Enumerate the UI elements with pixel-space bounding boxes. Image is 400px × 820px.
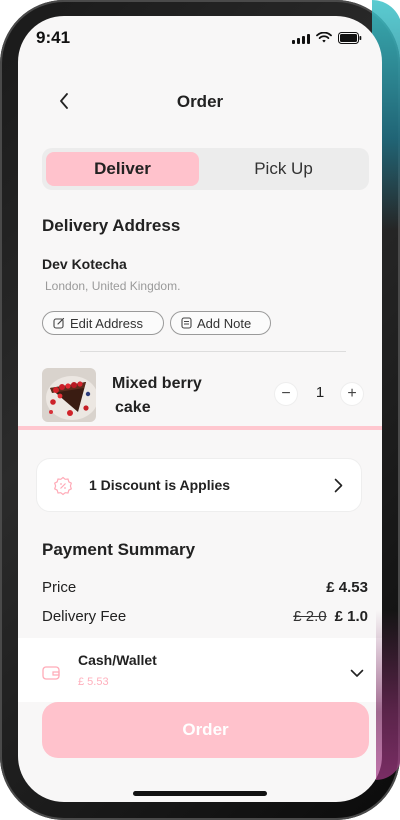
payment-method-label: Cash/Wallet [78, 652, 157, 668]
decrease-quantity-button[interactable]: − [275, 383, 297, 405]
delivery-fee-values: £ 2.0 £ 1.0 [293, 608, 368, 625]
increase-quantity-button[interactable]: + [341, 383, 363, 405]
wallet-balance: £ 5.53 [78, 676, 109, 688]
status-bar: 9:41 [18, 16, 382, 60]
delivery-fee-original: £ 2.0 [293, 608, 327, 625]
discount-label: 1 Discount is Applies [89, 477, 231, 493]
item-name-line2: cake [115, 399, 151, 416]
payment-summary-heading: Payment Summary [42, 540, 196, 559]
home-indicator [133, 791, 267, 796]
item-name-line1: Mixed berry [112, 375, 202, 392]
cake-image [42, 368, 96, 422]
status-time: 9:41 [36, 28, 71, 47]
discount-icon [53, 476, 73, 496]
order-button[interactable]: Order [42, 702, 369, 758]
delivery-fee-label: Delivery Fee [42, 608, 127, 625]
recipient-address: London, United Kingdom. [45, 279, 181, 293]
price-label: Price [42, 579, 77, 596]
page-title: Order [176, 92, 224, 111]
payment-method-selector[interactable]: Cash/Wallet £ 5.53 [18, 638, 382, 702]
delivery-fee-value: £ 1.0 [334, 608, 368, 625]
delivery-address-heading: Delivery Address [42, 216, 181, 235]
edit-address-label: Edit Address [70, 315, 143, 331]
edit-address-button[interactable]: Edit Address [42, 311, 164, 335]
quantity-value: 1 [315, 384, 325, 401]
wifi-icon [316, 32, 332, 43]
tab-deliver[interactable]: Deliver [46, 152, 199, 186]
wallet-icon [42, 666, 60, 680]
note-icon [181, 317, 192, 329]
add-note-label: Add Note [197, 315, 252, 331]
battery-icon [338, 32, 362, 44]
price-value: £ 4.53 [326, 579, 368, 596]
add-note-button[interactable]: Add Note [170, 311, 271, 335]
minus-icon: − [281, 385, 291, 402]
screen: 9:41 Order Deliver Pick Up Delivery Addr… [18, 16, 382, 802]
tab-pickup[interactable]: Pick Up [202, 152, 365, 186]
signal-icon [292, 33, 310, 44]
status-icons [292, 32, 362, 44]
divider [80, 351, 346, 352]
recipient-name: Dev Kotecha [42, 256, 127, 272]
item-name: Mixed berry cake [112, 372, 242, 420]
delivery-mode-toggle: Deliver Pick Up [42, 148, 369, 190]
section-separator [18, 426, 382, 430]
edit-icon [53, 317, 65, 329]
chevron-down-icon [350, 669, 364, 677]
plus-icon: + [347, 385, 357, 402]
chevron-right-icon [334, 478, 343, 493]
discount-row[interactable]: 1 Discount is Applies [36, 458, 362, 512]
phone-frame: 9:41 Order Deliver Pick Up Delivery Addr… [0, 0, 400, 820]
